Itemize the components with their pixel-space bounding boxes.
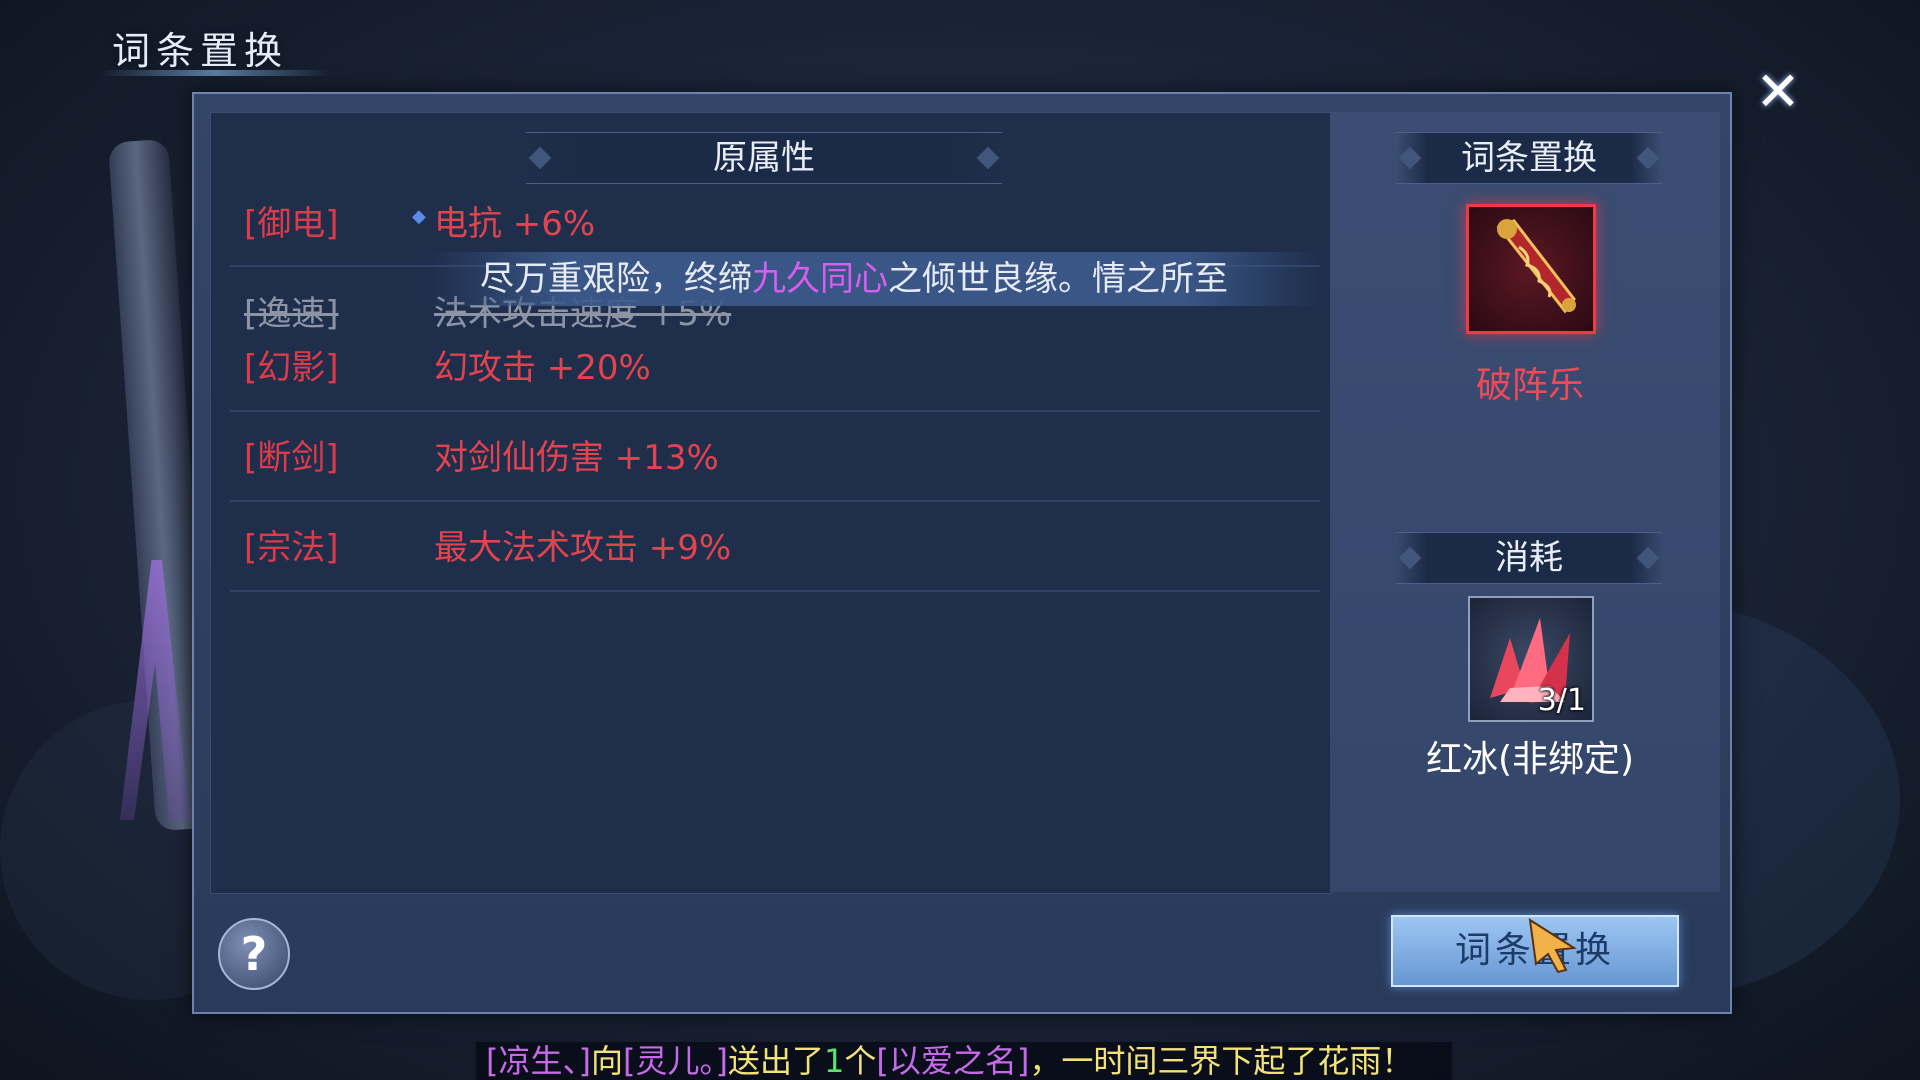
cost-item-count: 3/1 (1537, 683, 1586, 718)
attribute-tag: [宗法] (244, 528, 339, 568)
cost-item-slot[interactable]: 3/1 (1468, 596, 1594, 722)
cost-header: 消耗 (1396, 532, 1662, 584)
attribute-value: 对剑仙伤害 +13% (434, 438, 719, 478)
weapon-icon (1496, 219, 1576, 314)
attribute-tag: [御电] (244, 204, 339, 244)
broadcast-text: 向 (590, 1042, 623, 1080)
announcement-text: 尽万重艰险，终缔 (480, 259, 752, 299)
broadcast-text: 个 (844, 1042, 877, 1080)
replace-header: 词条置换 (1396, 132, 1662, 184)
broadcast-item[interactable]: [以爱之名] (876, 1042, 1029, 1080)
announcement-highlight: 九久同心 (752, 259, 888, 299)
close-button[interactable]: ✕ (1752, 65, 1804, 119)
equipment-slot[interactable] (1466, 204, 1596, 334)
attribute-tag: [断剑] (244, 438, 339, 478)
cost-item-name: 红冰(非绑定) (1425, 739, 1635, 780)
title-underline (100, 70, 330, 76)
scrolling-announcement: 尽万重艰险，终缔九久同心之倾世良缘。情之所至 (430, 252, 1320, 306)
row-divider (230, 500, 1320, 502)
attribute-value: 幻攻击 +20% (434, 348, 651, 388)
help-button[interactable]: ? (218, 918, 290, 990)
system-broadcast: [凉生、]向[灵儿。]送出了1个[以爱之名]，一时间三界下起了花雨！ (476, 1042, 1452, 1080)
attribute-value: ◆ 电抗 +6% (412, 196, 596, 245)
broadcast-text: 送出了 (727, 1042, 824, 1080)
broadcast-text: ，一时间三界下起了花雨！ (1029, 1042, 1414, 1080)
attribute-tag: [逸速] (244, 294, 339, 334)
window-title: 词条置换 (112, 29, 289, 73)
broadcast-player[interactable]: [灵儿。] (623, 1042, 728, 1080)
original-attributes-panel (210, 112, 1332, 894)
row-divider (230, 590, 1320, 592)
attribute-value-text: 电抗 +6% (434, 204, 596, 244)
original-attributes-header: 原属性 (526, 132, 1002, 184)
selected-diamond-icon: ◆ (412, 206, 426, 227)
equipment-name: 破阵乐 (1475, 365, 1584, 406)
attribute-tag: [幻影] (244, 348, 339, 388)
broadcast-player[interactable]: [凉生、] (486, 1042, 591, 1080)
announcement-text: 之倾世良缘。情之所至 (888, 259, 1228, 299)
row-divider (230, 410, 1320, 412)
broadcast-count: 1 (824, 1042, 845, 1080)
attribute-value: 最大法术攻击 +9% (434, 528, 732, 568)
cursor-icon (1528, 918, 1577, 974)
